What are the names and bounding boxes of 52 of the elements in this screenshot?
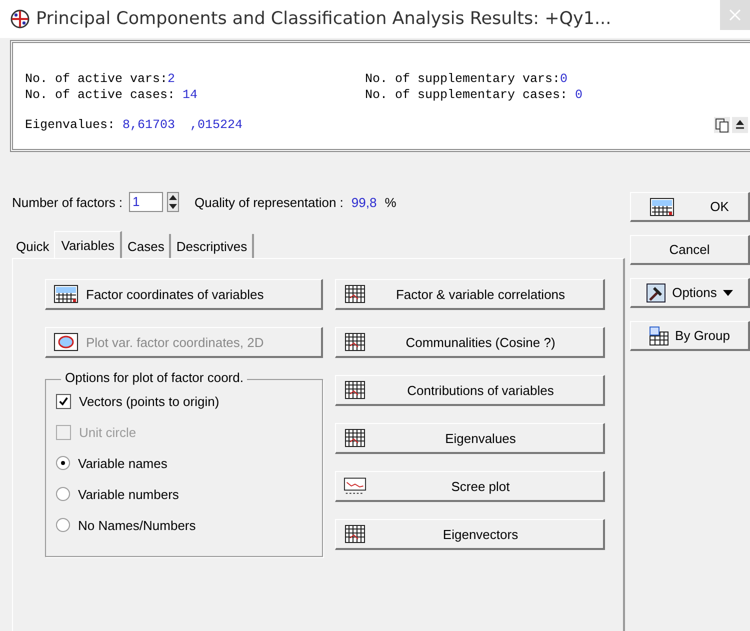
- action-button[interactable]: Contributions of variables: [335, 375, 605, 406]
- line-chart-icon: [344, 477, 366, 495]
- action-button[interactable]: Factor & variable correlations: [335, 279, 605, 310]
- checkbox-label: Unit circle: [79, 424, 136, 440]
- radio-label: Variable names: [78, 456, 168, 470]
- checkbox[interactable]: [56, 394, 71, 408]
- side-button[interactable]: Options: [630, 278, 750, 308]
- tab[interactable]: Variables: [54, 231, 122, 258]
- expand-icon[interactable]: [732, 117, 748, 133]
- grouped-table-icon: [649, 326, 670, 346]
- table-icon: [344, 381, 366, 399]
- action-button[interactable]: Communalities (Cosine ?): [335, 327, 605, 358]
- eigenvalues-text: Eigenvalues: 8,61703 ,015224: [25, 118, 244, 132]
- side-button[interactable]: By Group: [630, 321, 750, 351]
- tab[interactable]: Descriptives: [171, 234, 254, 258]
- summary-text: No. of active vars:2: [25, 71, 176, 87]
- action-button[interactable]: Factor coordinates of variables: [45, 279, 323, 310]
- action-button[interactable]: Eigenvalues: [335, 423, 605, 454]
- radio-label: No Names/Numbers: [78, 518, 196, 532]
- side-button[interactable]: Cancel: [630, 235, 750, 265]
- checkbox-label: Vectors (points to origin): [79, 394, 220, 408]
- caret-icon: [722, 290, 733, 296]
- window-title: Principal Components and Classification Analysis Results: +Qy1...: [36, 9, 612, 29]
- tab[interactable]: Quick: [12, 234, 54, 258]
- action-button[interactable]: Eigenvectors: [335, 519, 605, 550]
- app-logo-icon: [10, 9, 30, 29]
- side-button[interactable]: OK: [630, 192, 750, 222]
- table-icon: [650, 198, 674, 216]
- table-icon: [344, 525, 366, 543]
- table-icon: [344, 333, 366, 351]
- copy-icon[interactable]: [714, 117, 730, 133]
- circle-plot-icon: [54, 333, 78, 351]
- summary-text: No. of supplementary cases: 0: [365, 87, 583, 103]
- factors-label: Number of factors :: [12, 194, 123, 210]
- factors-field[interactable]: 1: [128, 192, 163, 212]
- action-button[interactable]: Scree plot: [335, 471, 605, 502]
- quality-unit: %: [384, 194, 396, 210]
- summary-text: No. of supplementary vars:0: [365, 71, 568, 87]
- group-title: Options for plot of factor coord.: [61, 370, 248, 385]
- spinner-icon[interactable]: [166, 192, 179, 212]
- hammer-icon: [646, 282, 666, 302]
- summary-text: No. of active cases: 14: [25, 87, 199, 103]
- radio-button[interactable]: [56, 487, 70, 501]
- table-icon: [344, 285, 366, 303]
- table-icon: [54, 285, 78, 303]
- radio-label: Variable numbers: [78, 486, 179, 502]
- tab[interactable]: Cases: [122, 234, 172, 258]
- quality-value: 99,8: [351, 194, 377, 210]
- table-icon: [344, 429, 366, 447]
- radio-button[interactable]: [56, 456, 70, 470]
- quality-label: Quality of representation :: [194, 194, 344, 210]
- radio-button[interactable]: [56, 518, 70, 532]
